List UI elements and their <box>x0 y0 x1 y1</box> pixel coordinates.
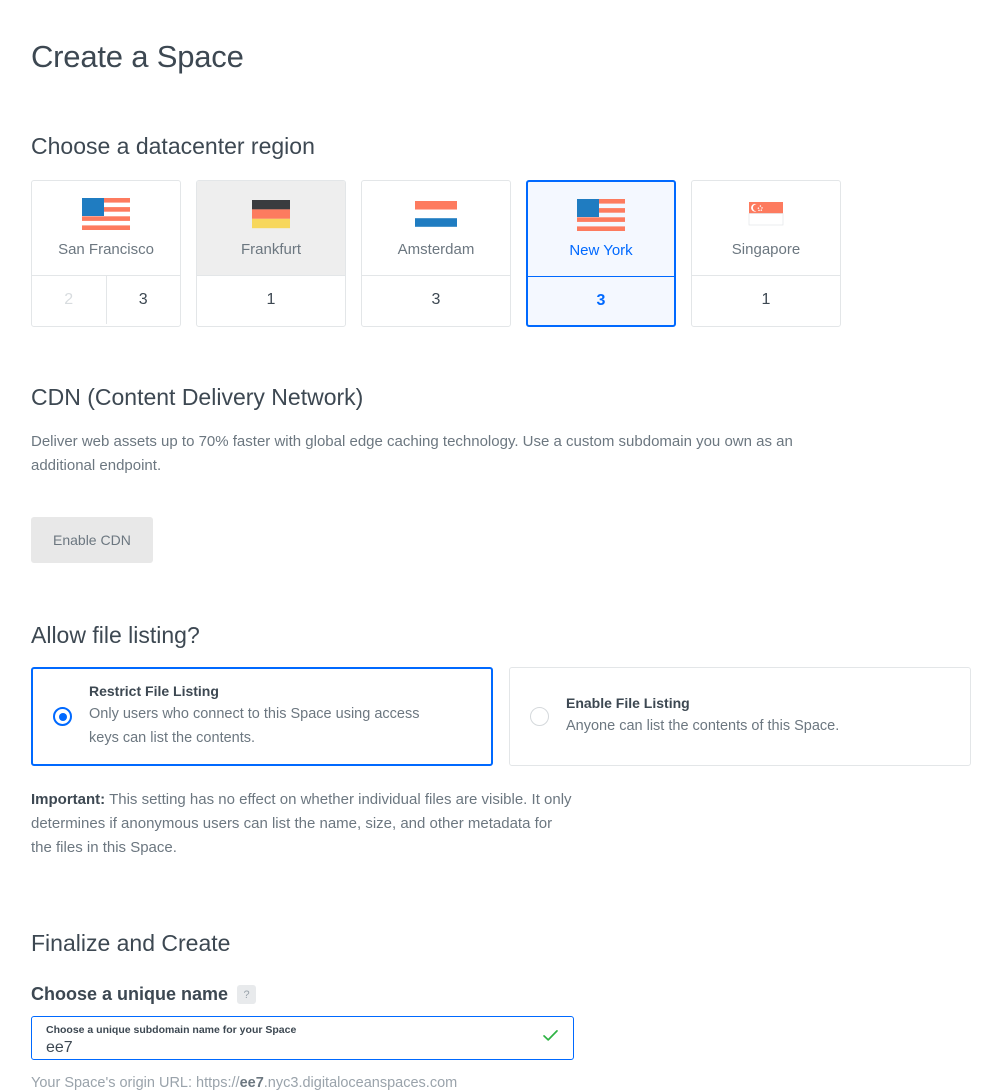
radio-enable-file-listing[interactable] <box>530 707 549 727</box>
de-flag-icon <box>247 198 295 230</box>
region-slot-list: 3 <box>362 276 510 324</box>
region-card-header: Singapore <box>692 181 840 276</box>
region-slot-option[interactable]: 3 <box>528 277 674 325</box>
sg-flag-icon <box>742 198 790 230</box>
region-section-heading: Choose a datacenter region <box>31 133 315 160</box>
region-card-new-york[interactable]: New York 3 <box>526 179 676 327</box>
origin-url-prefix: Your Space's origin URL: https:// <box>31 1075 240 1091</box>
option-title: Restrict File Listing <box>89 683 219 700</box>
radio-restrict-file-listing[interactable] <box>53 707 72 727</box>
region-card-amsterdam[interactable]: Amsterdam 3 <box>361 179 511 327</box>
subdomain-input-label: Choose a unique subdomain name for your … <box>46 1024 297 1037</box>
region-slot-option[interactable]: 1 <box>197 276 345 324</box>
option-restrict-file-listing[interactable]: Restrict File Listing Only users who con… <box>31 667 493 766</box>
option-description: Anyone can list the contents of this Spa… <box>566 718 840 735</box>
origin-url-name: ee7 <box>239 1075 264 1091</box>
important-label: Important: <box>31 790 106 808</box>
region-slot-list: 3 <box>528 277 674 325</box>
help-icon[interactable]: ? <box>237 985 257 1005</box>
file-listing-important-note: Important: This setting has no effect on… <box>31 788 576 861</box>
region-slot-option: 2 <box>32 275 107 324</box>
subdomain-input[interactable] <box>46 1037 526 1058</box>
origin-url-text: Your Space's origin URL: https://ee7.nyc… <box>31 1075 971 1091</box>
page-title: Create a Space <box>31 39 244 74</box>
nl-flag-icon <box>412 198 460 230</box>
unique-name-label: Choose a unique name <box>31 984 229 1005</box>
region-card-label: Singapore <box>731 240 801 258</box>
region-card-singapore[interactable]: Singapore 1 <box>691 179 841 327</box>
cdn-description: Deliver web assets up to 70% faster with… <box>31 433 793 474</box>
us-flag-icon <box>82 197 130 230</box>
option-description: Only users who connect to this Space usi… <box>89 706 420 746</box>
option-text: Restrict File Listing Only users who con… <box>89 683 449 749</box>
unique-name-label-row: Choose a unique name ? <box>31 984 971 1005</box>
option-enable-file-listing[interactable]: Enable File Listing Anyone can list the … <box>509 667 971 766</box>
us-flag-icon <box>577 198 625 231</box>
finalize-section-heading: Finalize and Create <box>31 929 231 956</box>
region-slot-list: 2 3 <box>32 275 181 324</box>
subdomain-input-wrapper[interactable]: Choose a unique subdomain name for your … <box>31 1016 574 1061</box>
region-card-list: San Francisco 2 3 Frankfurt 1 Amsterdam … <box>31 179 971 327</box>
region-card-label: New York <box>569 241 633 259</box>
create-space-page: Create a Space Choose a datacenter regio… <box>0 0 1002 1091</box>
region-card-header: San Francisco <box>32 181 180 276</box>
region-slot-list: 1 <box>197 276 345 324</box>
region-slot-list: 1 <box>692 276 840 324</box>
region-card-frankfurt[interactable]: Frankfurt 1 <box>196 179 346 327</box>
region-card-header: Amsterdam <box>362 181 510 276</box>
region-slot-option[interactable]: 3 <box>362 276 510 324</box>
option-text: Enable File Listing Anyone can list the … <box>566 695 839 738</box>
region-card-label: San Francisco <box>58 240 154 258</box>
region-card-san-francisco[interactable]: San Francisco 2 3 <box>31 179 181 327</box>
cdn-section-heading: CDN (Content Delivery Network) <box>31 383 364 410</box>
region-card-label: Frankfurt <box>240 240 301 258</box>
check-icon <box>542 1029 559 1048</box>
file-listing-options: Restrict File Listing Only users who con… <box>31 667 971 766</box>
file-listing-section-heading: Allow file listing? <box>31 621 200 648</box>
enable-cdn-button[interactable]: Enable CDN <box>31 516 153 563</box>
region-slot-option[interactable]: 3 <box>107 276 181 324</box>
important-text: This setting has no effect on whether in… <box>31 790 572 857</box>
option-title: Enable File Listing <box>566 695 690 712</box>
region-card-header: Frankfurt <box>197 180 345 276</box>
origin-url-suffix: .nyc3.digitaloceanspaces.com <box>263 1075 458 1091</box>
region-card-label: Amsterdam <box>397 240 475 258</box>
region-slot-option[interactable]: 1 <box>692 276 840 324</box>
region-card-header: New York <box>528 182 674 277</box>
